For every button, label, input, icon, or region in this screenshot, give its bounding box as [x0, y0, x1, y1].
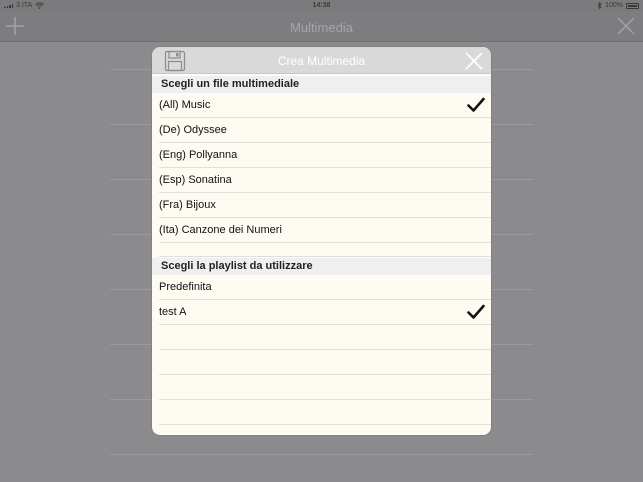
- close-icon[interactable]: [615, 15, 637, 37]
- list-item[interactable]: (All) Music: [152, 93, 491, 118]
- list-item[interactable]: (Eng) Pollyanna: [152, 143, 491, 168]
- list-item-label: (All) Music: [159, 99, 211, 111]
- list-item-label: Predefinita: [159, 281, 212, 293]
- empty-row: [152, 350, 491, 375]
- empty-row: [152, 400, 491, 425]
- section-header-playlist: Scegli la playlist da utilizzare: [152, 258, 491, 275]
- dialog-title: Crea Multimedia: [277, 54, 366, 68]
- list-item[interactable]: (Esp) Sonatina: [152, 168, 491, 193]
- status-bar: 3 ITA 14:38 100%: [0, 0, 643, 12]
- section-header-media: Scegli un file multimediale: [152, 76, 491, 93]
- dialog-header: Crea Multimedia: [152, 47, 491, 74]
- bluetooth-icon: [597, 2, 602, 9]
- list-item-label: (Esp) Sonatina: [159, 174, 232, 186]
- list-item-label: (Fra) Bijoux: [159, 199, 216, 211]
- close-button[interactable]: [463, 50, 485, 72]
- screen: 3 ITA 14:38 100% Multimedia Crea Multime…: [0, 0, 643, 482]
- list-item-label: (De) Odyssee: [159, 124, 227, 136]
- create-multimedia-dialog: Crea Multimedia Scegli un file multimedi…: [152, 47, 491, 435]
- list-item[interactable]: (De) Odyssee: [152, 118, 491, 143]
- list-item[interactable]: (Ita) Canzone dei Numeri: [152, 218, 491, 243]
- list-item[interactable]: (Fra) Bijoux: [152, 193, 491, 218]
- list-item[interactable]: Predefinita: [152, 275, 491, 300]
- checkmark-icon: [467, 97, 485, 112]
- list-item-label: test A: [159, 306, 187, 318]
- battery-label: 100%: [605, 2, 623, 9]
- status-right: 100%: [597, 2, 639, 9]
- page-title: Multimedia: [290, 20, 353, 35]
- empty-row: [152, 325, 491, 350]
- nav-bar: Multimedia: [0, 12, 643, 42]
- status-time: 14:38: [312, 2, 331, 9]
- list-spacer: [152, 243, 491, 257]
- checkmark-icon: [467, 304, 485, 319]
- list-item-label: (Eng) Pollyanna: [159, 149, 238, 161]
- empty-row: [152, 375, 491, 400]
- battery-icon: [626, 2, 639, 9]
- list-item-label: (Ita) Canzone dei Numeri: [159, 224, 282, 236]
- list-item[interactable]: test A: [152, 300, 491, 325]
